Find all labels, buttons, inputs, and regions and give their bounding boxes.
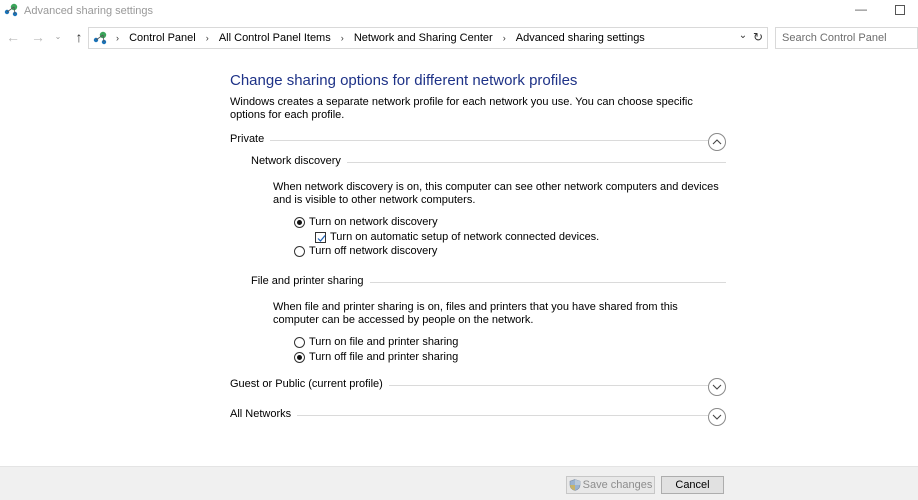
- footer-bar: Save changes Cancel: [0, 466, 918, 500]
- breadcrumb: › Control Panel › All Control Panel Item…: [111, 32, 647, 44]
- section-private-label[interactable]: Private: [230, 133, 271, 145]
- recent-locations-button[interactable]: ⌄: [52, 29, 64, 47]
- maximize-icon: [895, 5, 905, 15]
- section-guest-public-label[interactable]: Guest or Public (current profile): [230, 378, 389, 390]
- radio-button[interactable]: [294, 246, 305, 257]
- breadcrumb-separator[interactable]: ›: [116, 33, 119, 43]
- save-changes-label: Save changes: [582, 479, 653, 491]
- section-divider: [230, 415, 708, 416]
- cancel-button[interactable]: Cancel: [661, 476, 724, 494]
- forward-button[interactable]: →: [29, 29, 47, 47]
- section-all-networks[interactable]: All Networks: [230, 408, 726, 424]
- expand-guest-public-button[interactable]: [708, 378, 726, 396]
- breadcrumb-separator[interactable]: ›: [206, 33, 209, 43]
- breadcrumb-network-and-sharing-center[interactable]: Network and Sharing Center: [354, 32, 493, 44]
- collapse-private-button[interactable]: [708, 133, 726, 151]
- chevron-down-icon: [712, 384, 722, 390]
- file-printer-sharing-label: File and printer sharing: [251, 275, 370, 287]
- section-private[interactable]: Private: [230, 133, 726, 149]
- subsection-file-printer-sharing: File and printer sharing: [251, 275, 726, 289]
- subsection-network-discovery: Network discovery: [251, 155, 726, 169]
- radio-button[interactable]: [294, 337, 305, 348]
- chevron-down-icon: [712, 414, 722, 420]
- breadcrumb-separator[interactable]: ›: [341, 33, 344, 43]
- back-button[interactable]: ←: [4, 29, 22, 47]
- network-discovery-label: Network discovery: [251, 155, 347, 167]
- save-changes-button[interactable]: Save changes: [566, 476, 655, 494]
- section-all-networks-label[interactable]: All Networks: [230, 408, 298, 420]
- search-input[interactable]: [782, 29, 918, 47]
- section-divider: [230, 140, 708, 141]
- expand-all-networks-button[interactable]: [708, 408, 726, 426]
- radio-label[interactable]: Turn on network discovery: [309, 216, 438, 228]
- address-dropdown-button[interactable]: ⌄: [737, 30, 749, 44]
- navigation-bar: ← → ⌄ ↑ › Control Panel › All Control Pa…: [0, 26, 918, 50]
- refresh-button[interactable]: ↻: [751, 29, 765, 45]
- network-discovery-description: When network discovery is on, this compu…: [273, 181, 719, 206]
- uac-shield-icon: [569, 479, 580, 491]
- breadcrumb-control-panel[interactable]: Control Panel: [129, 32, 196, 44]
- radio-button-selected[interactable]: [294, 352, 305, 363]
- address-bar[interactable]: › Control Panel › All Control Panel Item…: [88, 27, 768, 49]
- breadcrumb-separator[interactable]: ›: [503, 33, 506, 43]
- network-sharing-icon: [92, 31, 108, 45]
- radio-button-selected[interactable]: [294, 217, 305, 228]
- radio-label[interactable]: Turn on file and printer sharing: [309, 336, 458, 348]
- checkmark-icon: [317, 235, 326, 242]
- checkbox-label[interactable]: Turn on automatic setup of network conne…: [330, 231, 599, 243]
- page-description: Windows creates a separate network profi…: [230, 96, 693, 121]
- search-box[interactable]: [775, 27, 918, 49]
- radio-label[interactable]: Turn off network discovery: [309, 245, 437, 257]
- chevron-up-icon: [712, 139, 722, 145]
- page-title: Change sharing options for different net…: [230, 72, 578, 89]
- section-guest-public[interactable]: Guest or Public (current profile): [230, 378, 726, 394]
- radio-label[interactable]: Turn off file and printer sharing: [309, 351, 458, 363]
- maximize-button[interactable]: [889, 2, 913, 18]
- file-printer-sharing-description: When file and printer sharing is on, fil…: [273, 301, 678, 326]
- breadcrumb-all-control-panel-items[interactable]: All Control Panel Items: [219, 32, 331, 44]
- title-bar: Advanced sharing settings —: [0, 0, 918, 22]
- minimize-button[interactable]: —: [849, 2, 873, 18]
- breadcrumb-advanced-sharing-settings[interactable]: Advanced sharing settings: [516, 32, 645, 44]
- up-button[interactable]: ↑: [70, 29, 88, 47]
- checkbox-checked[interactable]: [315, 232, 326, 243]
- network-sharing-icon: [3, 3, 19, 17]
- window-title: Advanced sharing settings: [24, 5, 154, 17]
